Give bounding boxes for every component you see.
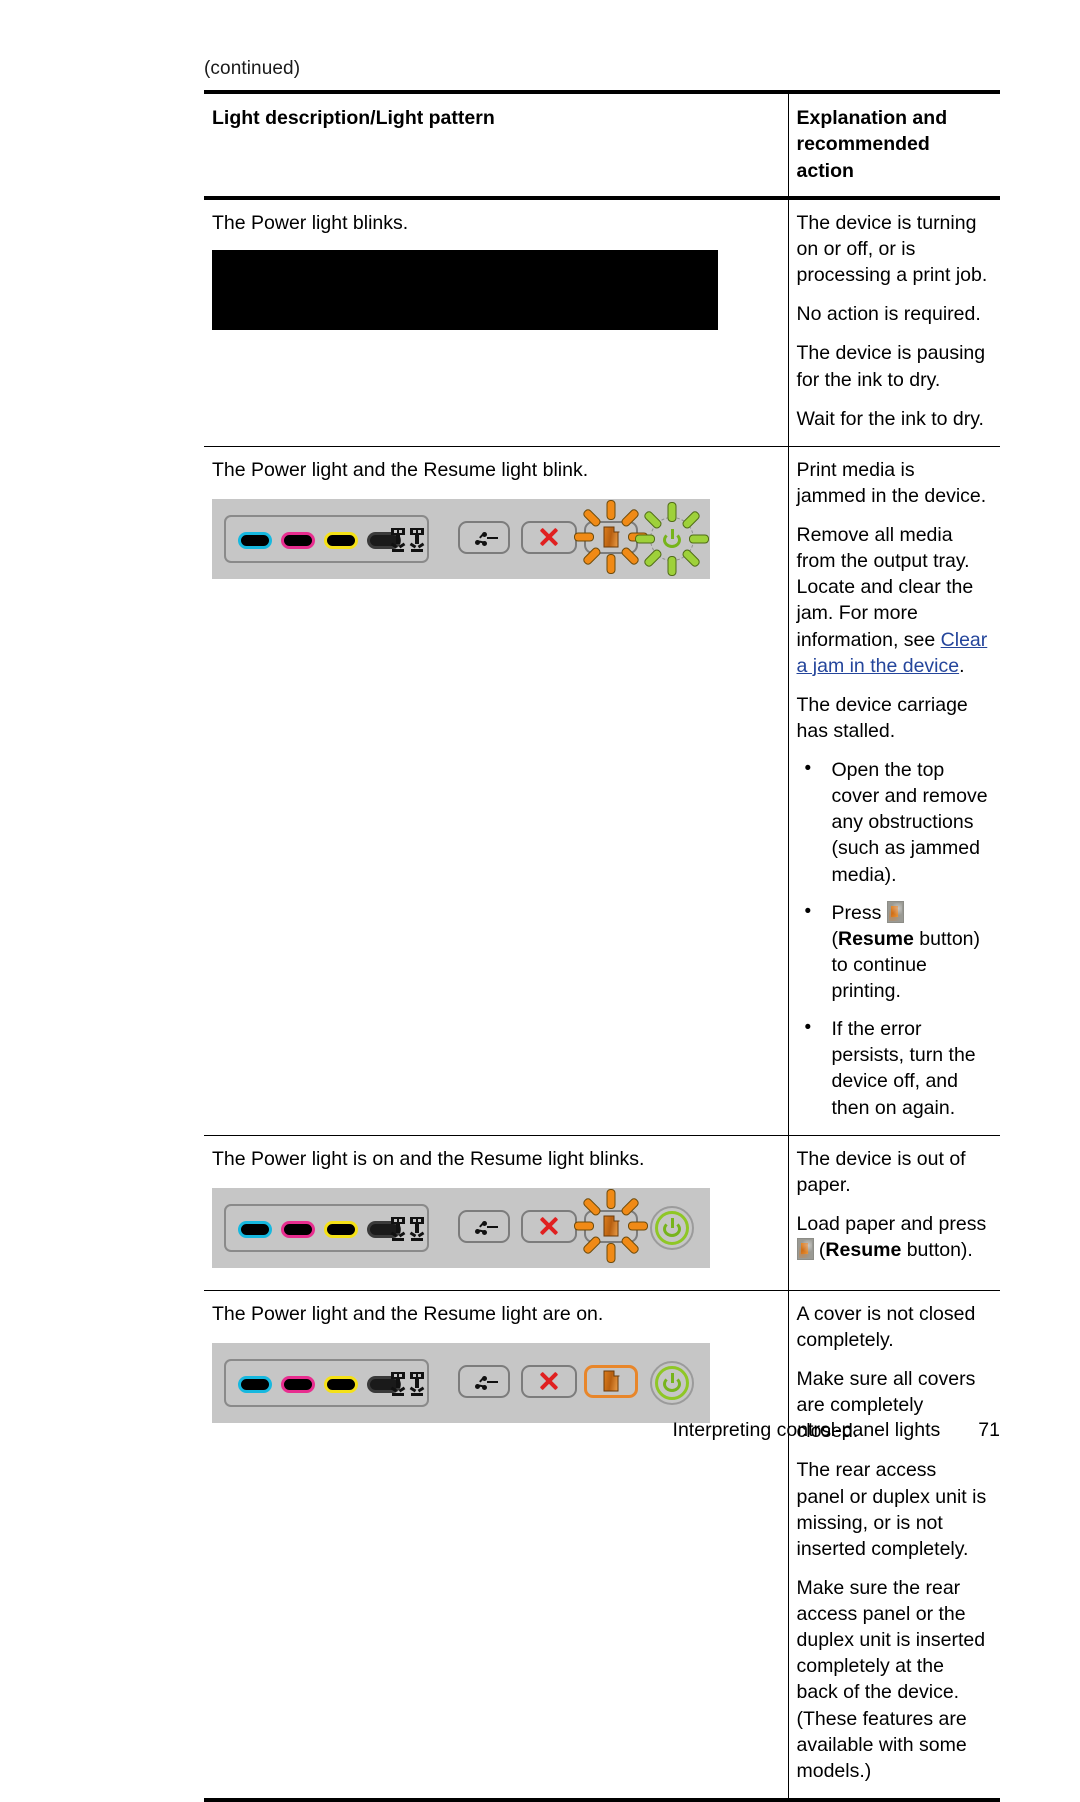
list-item: • Open the top cover and remove any obst… [797, 757, 989, 888]
bullet-icon: • [804, 1017, 812, 1039]
power-icon [663, 1217, 681, 1237]
row4-explanation-line-3: The rear access panel or duplex unit is … [796, 1459, 987, 1560]
row3-explanation-line-1: The device is out of paper. [796, 1147, 966, 1196]
header-light-description: Light description/Light pattern [204, 90, 789, 200]
bullet-icon: • [804, 758, 812, 780]
table-row: The Power light and the Resume light are… [204, 1290, 1000, 1802]
row2-explanation-line-3: The device carriage has stalled. [796, 693, 968, 742]
row4-description-cell: The Power light and the Resume light are… [204, 1290, 789, 1802]
header-explanation: Explanation and recommended action [788, 90, 1000, 200]
page-footer: Interpreting control-panel lights 71 [0, 1419, 1000, 1442]
row3-description-text: The Power light is on and the Resume lig… [212, 1147, 645, 1170]
resume-button[interactable] [584, 1364, 638, 1398]
network-button[interactable] [458, 520, 510, 554]
printhead-indicator-2-icon [409, 527, 425, 554]
network-button[interactable] [458, 1209, 510, 1243]
printhead-indicator-1-icon [390, 1216, 406, 1243]
row2-link-trailing: . [959, 654, 965, 677]
row2-explanation-line-1: Print media is jammed in the device. [796, 458, 987, 507]
row3-explanation-cell: The device is out of paper. Load paper a… [788, 1135, 1000, 1291]
list-item: • If the error persists, turn the device… [797, 1016, 989, 1121]
printhead-indicator-1-icon [390, 527, 406, 554]
ink-indicator-yellow-icon [324, 1375, 358, 1393]
row3-description-cell: The Power light is on and the Resume lig… [204, 1135, 789, 1291]
row4-explanation-line-1: A cover is not closed completely. [796, 1302, 976, 1351]
row2-description-text: The Power light and the Resume light bli… [212, 458, 589, 481]
row3-explanation-line-2: Load paper and press (Resume button). [796, 1211, 989, 1263]
control-panel-lights-table: Light description/Light pattern Explanat… [204, 90, 1000, 1802]
row3-load-text: Load paper and press [796, 1212, 987, 1235]
resume-button-inline-icon [886, 900, 904, 923]
row4-explanation-cell: A cover is not closed completely. Make s… [788, 1290, 1000, 1802]
cancel-button[interactable] [521, 1209, 577, 1243]
table-row: The Power light and the Resume light bli… [204, 446, 1000, 1136]
ink-indicator-magenta-icon [281, 1375, 315, 1393]
ink-indicator-magenta-icon [281, 531, 315, 549]
ink-status-group [224, 1358, 429, 1407]
list-item: • Press (Resume button) to continue prin… [797, 900, 989, 1005]
power-button[interactable] [648, 1359, 696, 1407]
row1-description-text: The Power light blinks. [212, 211, 409, 234]
table-row: The Power light is on and the Resume lig… [204, 1135, 1000, 1291]
ink-indicator-yellow-icon [324, 531, 358, 549]
printhead-indicator-2-icon [409, 1216, 425, 1243]
network-icon [473, 1375, 501, 1392]
ink-status-group [224, 514, 429, 563]
control-panel-illustration-row3 [212, 1187, 710, 1268]
row3-rest: button). [901, 1239, 973, 1262]
row2-action-list: • Open the top cover and remove any obst… [797, 757, 989, 1121]
resume-page-icon [603, 1370, 619, 1392]
row4-description-text: The Power light and the Resume light are… [212, 1302, 604, 1325]
ink-indicator-yellow-icon [324, 1220, 358, 1238]
printhead-indicator-2-icon [409, 1371, 425, 1398]
table-header-row: Light description/Light pattern Explanat… [204, 90, 1000, 200]
network-button[interactable] [458, 1364, 510, 1398]
continued-label: (continued) [204, 58, 301, 79]
row1-explanation-cell: The device is turning on or off, or is p… [788, 197, 1000, 447]
ink-indicator-magenta-icon [281, 1220, 315, 1238]
page-number: 71 [978, 1419, 1000, 1441]
row2-description-cell: The Power light and the Resume light bli… [204, 446, 789, 1136]
cancel-button[interactable] [521, 1364, 577, 1398]
row2-bullet-2-text: Press [831, 901, 882, 924]
power-button[interactable] [648, 1204, 696, 1252]
power-icon [663, 1372, 681, 1392]
resume-page-icon [603, 526, 619, 548]
footer-title: Interpreting control-panel lights [672, 1419, 941, 1441]
ink-status-group [224, 1203, 429, 1252]
cancel-button[interactable] [521, 520, 577, 554]
cancel-x-icon [538, 526, 560, 548]
control-panel-illustration-row2 [212, 498, 710, 579]
document-page: (continued) Light description/Light patt… [0, 0, 1080, 1802]
network-icon [473, 1220, 501, 1237]
row1-explanation-line-3: The device is pausing for the ink to dry… [796, 342, 986, 391]
table-row: The Power light blinks. The device is tu… [204, 197, 1000, 447]
row1-redacted-panel-image [212, 250, 718, 331]
ink-indicator-cyan-icon [238, 1375, 272, 1393]
row2-explanation-cell: Print media is jammed in the device. Rem… [788, 446, 1000, 1136]
row3-bold: Resume [825, 1239, 902, 1262]
row1-explanation-line-1: The device is turning on or off, or is p… [796, 211, 988, 287]
row2-bullet-1-text: Open the top cover and remove any obstru… [831, 759, 988, 886]
network-icon [473, 531, 501, 548]
resume-page-icon [603, 1215, 619, 1237]
cancel-x-icon [538, 1370, 560, 1392]
ink-indicator-cyan-icon [238, 1220, 272, 1238]
power-icon [663, 528, 681, 548]
row2-bullet-2-bold: Resume [838, 927, 914, 950]
cancel-x-icon [538, 1215, 560, 1237]
bullet-icon: • [804, 900, 812, 922]
row1-explanation-line-4: Wait for the ink to dry. [796, 407, 984, 430]
printhead-indicator-1-icon [390, 1371, 406, 1398]
row2-explanation-line-2: Remove all media from the output tray. L… [797, 522, 989, 679]
row1-explanation-line-2: No action is required. [796, 303, 981, 326]
row4-explanation-line-4: Make sure the rear access panel or the d… [796, 1576, 986, 1782]
row2-bullet-3-text: If the error persists, turn the device o… [831, 1018, 976, 1119]
control-panel-illustration-row4 [212, 1342, 710, 1423]
resume-button-inline-icon [796, 1238, 814, 1261]
row1-description-cell: The Power light blinks. [204, 197, 789, 447]
ink-indicator-cyan-icon [238, 531, 272, 549]
